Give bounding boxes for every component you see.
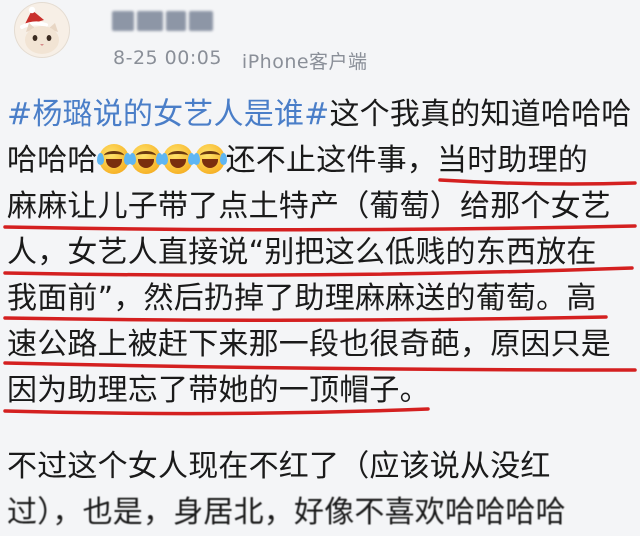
post-line: 哈哈哈 还不止这件事，当时助理的	[7, 143, 589, 178]
post-line: 因为助理忘了带她的一顶帽子。	[7, 373, 430, 408]
post-source: iPhone客户端	[241, 51, 368, 73]
username-blurred[interactable]	[112, 8, 232, 34]
post-time: 8-25 00:05	[113, 47, 222, 69]
post-meta: 8-25 00:05 iPhone客户端	[113, 47, 368, 74]
post-line: 速公路上被赶下来那一段也很奇葩，原因只是	[7, 327, 611, 362]
avatar[interactable]	[14, 2, 70, 58]
laughing-tears-emoji-icon	[192, 144, 227, 174]
laughing-tears-emoji-icon	[96, 144, 131, 174]
laughing-tears-emoji-icon	[160, 144, 195, 174]
cat-avatar-icon	[20, 6, 59, 54]
post-line-cropped: 过），也是，身居北，好像不喜欢哈哈哈哈	[7, 495, 566, 530]
post-line: 我面前”，然后扔掉了助理麻麻送的葡萄。高	[7, 281, 597, 316]
post-line: 不过这个女人现在不红了（应该说从没红	[7, 449, 551, 484]
laughing-tears-emoji-icon	[128, 144, 163, 174]
hashtag-link[interactable]: #杨璐说的女艺人是谁#	[7, 97, 329, 132]
post-line: 人，女艺人直接说“别把这么低贱的东西放在	[7, 235, 597, 270]
post-body: #杨璐说的女艺人是谁#这个我真的知道哈哈哈 哈哈哈 还不止这件事，当时助理的 麻麻…	[7, 92, 639, 536]
post-line: 麻麻让儿子带了点土特产（葡萄）给那个女艺	[7, 189, 611, 224]
post-line: #杨璐说的女艺人是谁#这个我真的知道哈哈哈	[7, 97, 632, 132]
